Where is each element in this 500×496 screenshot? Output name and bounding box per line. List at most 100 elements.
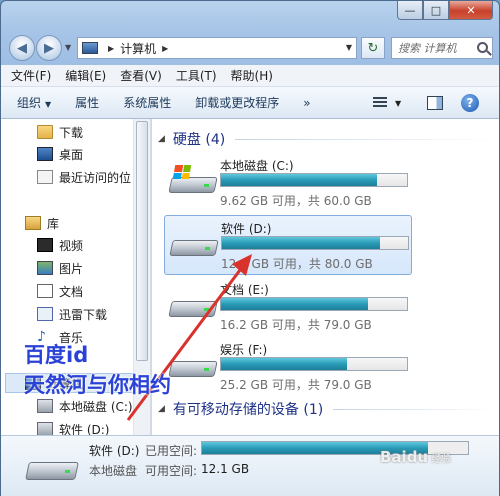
menu-help[interactable]: 帮助(H) bbox=[231, 67, 273, 84]
change-view-icon[interactable] bbox=[373, 97, 387, 109]
address-row: ◀ ▶ ▼ ▶ 计算机 ▶ ▼ ↻ 搜索 计算机 bbox=[1, 31, 499, 63]
menu-tools[interactable]: 工具(T) bbox=[176, 67, 217, 84]
drive-icon bbox=[168, 295, 218, 317]
drive-name: 文档 (E:) bbox=[220, 283, 269, 297]
desktop-icon bbox=[37, 147, 53, 161]
nav-item-label: 文档 bbox=[59, 284, 84, 299]
refresh-button[interactable]: ↻ bbox=[361, 37, 385, 59]
menu-edit[interactable]: 编辑(E) bbox=[65, 67, 106, 84]
more-commands-button[interactable]: » bbox=[303, 96, 310, 110]
drive-icon bbox=[168, 355, 218, 377]
details-drive-name: 软件 (D:) bbox=[89, 444, 140, 458]
computer-icon bbox=[82, 42, 98, 54]
refresh-icon: ↻ bbox=[367, 40, 379, 56]
drive-tile-f[interactable]: 娱乐 (F:) 25.2 GB 可用，共 79.0 GB bbox=[164, 337, 412, 397]
drive-usage-bar bbox=[220, 173, 408, 187]
drive-tile-c[interactable]: 本地磁盘 (C:) 9.62 GB 可用，共 60.0 GB bbox=[164, 153, 412, 213]
breadcrumb-chevron-icon[interactable]: ▶ bbox=[162, 44, 168, 53]
collapse-triangle-icon[interactable]: ◢ bbox=[158, 404, 165, 414]
nav-item-label: 图片 bbox=[59, 261, 84, 276]
explorer-window: — □ ✕ ◀ ▶ ▼ ▶ 计算机 ▶ ▼ ↻ 搜索 计算机 文件(F) 编辑(… bbox=[0, 0, 500, 496]
breadcrumb-computer[interactable]: 计算机 bbox=[120, 40, 156, 57]
maximize-button[interactable]: □ bbox=[423, 1, 449, 20]
arrow-right-icon: ▶ bbox=[44, 40, 54, 56]
organize-button[interactable]: 组织 ▼ bbox=[17, 94, 51, 111]
drive-icon bbox=[169, 234, 219, 256]
recent-pages-dropdown[interactable]: ▼ bbox=[65, 43, 71, 52]
nav-item-libraries[interactable]: 库 bbox=[25, 214, 59, 232]
chevron-down-icon: ▼ bbox=[45, 100, 52, 109]
drive-name: 本地磁盘 (C:) bbox=[220, 159, 294, 173]
properties-button[interactable]: 属性 bbox=[75, 94, 99, 111]
search-icon[interactable] bbox=[477, 42, 488, 53]
system-drive-icon bbox=[168, 165, 218, 193]
details-free-value: 12.1 GB bbox=[201, 462, 250, 476]
collapse-triangle-icon[interactable]: ◢ bbox=[158, 134, 165, 144]
drive-icon bbox=[37, 422, 53, 435]
uninstall-program-button[interactable]: 卸载或更改程序 bbox=[195, 94, 279, 111]
search-placeholder: 搜索 计算机 bbox=[398, 42, 457, 55]
drive-usage-bar bbox=[220, 357, 408, 371]
drive-tile-e[interactable]: 文档 (E:) 16.2 GB 可用，共 79.0 GB bbox=[164, 277, 412, 337]
baidu-logo-sub: 经验 bbox=[431, 454, 452, 465]
minimize-button[interactable]: — bbox=[397, 1, 423, 20]
recent-places-icon bbox=[37, 170, 53, 184]
address-dropdown-icon[interactable]: ▼ bbox=[346, 43, 352, 52]
nav-item-documents[interactable]: 文档 bbox=[37, 282, 83, 300]
nav-item-drive-d[interactable]: 软件 (D:) bbox=[37, 420, 109, 435]
nav-scrollbar-thumb[interactable] bbox=[136, 121, 148, 361]
removable-group-header[interactable]: ◢ 有可移动存储的设备 (1) bbox=[158, 399, 498, 419]
nav-item-recent[interactable]: 最近访问的位 bbox=[37, 168, 131, 186]
window-controls: — □ ✕ bbox=[397, 1, 493, 20]
help-icon[interactable]: ? bbox=[461, 94, 479, 112]
forward-button[interactable]: ▶ bbox=[36, 35, 62, 61]
xunlei-download-icon bbox=[37, 307, 53, 321]
videos-icon bbox=[37, 238, 53, 252]
drive-usage-fill bbox=[221, 174, 378, 186]
drive-free-space: 25.2 GB 可用，共 79.0 GB bbox=[220, 378, 372, 392]
search-input[interactable]: 搜索 计算机 bbox=[391, 37, 493, 59]
details-free-label: 可用空间: bbox=[145, 464, 198, 478]
drive-name: 软件 (D:) bbox=[221, 222, 272, 236]
group-divider bbox=[235, 138, 498, 140]
nav-item-label: 库 bbox=[47, 216, 60, 231]
group-title: 有可移动存储的设备 (1) bbox=[172, 402, 324, 418]
menu-view[interactable]: 查看(V) bbox=[120, 67, 162, 84]
title-bar[interactable]: — □ ✕ bbox=[1, 1, 499, 29]
nav-item-label: 下载 bbox=[59, 125, 84, 140]
drive-name: 娱乐 (F:) bbox=[220, 343, 268, 357]
drive-usage-fill bbox=[222, 237, 381, 249]
drive-free-space: 16.2 GB 可用，共 79.0 GB bbox=[220, 318, 372, 332]
baidu-logo-text: Baidu bbox=[380, 448, 429, 466]
nav-item-label: 桌面 bbox=[59, 147, 84, 162]
documents-icon bbox=[37, 284, 53, 298]
drive-icon bbox=[25, 456, 79, 482]
close-button[interactable]: ✕ bbox=[449, 1, 493, 20]
details-used-label: 已用空间: bbox=[145, 444, 198, 458]
system-properties-button[interactable]: 系统属性 bbox=[123, 94, 171, 111]
preview-pane-icon[interactable] bbox=[427, 96, 443, 110]
drive-free-space: 12.1 GB 可用，共 80.0 GB bbox=[221, 257, 373, 271]
pictures-icon bbox=[37, 261, 53, 275]
nav-item-videos[interactable]: 视频 bbox=[37, 236, 83, 254]
drive-icon bbox=[37, 399, 53, 413]
address-bar[interactable]: ▶ 计算机 ▶ ▼ bbox=[77, 37, 357, 59]
hard-disks-group-header[interactable]: ◢ 硬盘 (4) bbox=[158, 129, 498, 149]
nav-item-downloads[interactable]: 下载 bbox=[37, 123, 83, 141]
downloads-folder-icon bbox=[37, 125, 53, 139]
drive-tile-d[interactable]: 软件 (D:) 12.1 GB 可用，共 80.0 GB bbox=[164, 215, 412, 275]
baidu-logo: Baidu 经验 bbox=[380, 448, 451, 466]
view-options-dropdown[interactable]: ▼ bbox=[395, 99, 401, 108]
nav-item-pictures[interactable]: 图片 bbox=[37, 259, 83, 277]
menu-bar: 文件(F) 编辑(E) 查看(V) 工具(T) 帮助(H) bbox=[1, 65, 499, 87]
nav-item-label: 软件 (D:) bbox=[59, 422, 110, 436]
drive-usage-fill bbox=[221, 358, 348, 370]
breadcrumb-chevron-icon[interactable]: ▶ bbox=[108, 44, 114, 53]
nav-item-desktop[interactable]: 桌面 bbox=[37, 145, 83, 163]
menu-file[interactable]: 文件(F) bbox=[11, 67, 51, 84]
drive-usage-fill bbox=[221, 298, 368, 310]
back-button[interactable]: ◀ bbox=[9, 35, 35, 61]
nav-item-xunlei[interactable]: 迅雷下载 bbox=[37, 305, 107, 323]
organize-label: 组织 bbox=[17, 96, 42, 110]
arrow-left-icon: ◀ bbox=[17, 40, 27, 56]
